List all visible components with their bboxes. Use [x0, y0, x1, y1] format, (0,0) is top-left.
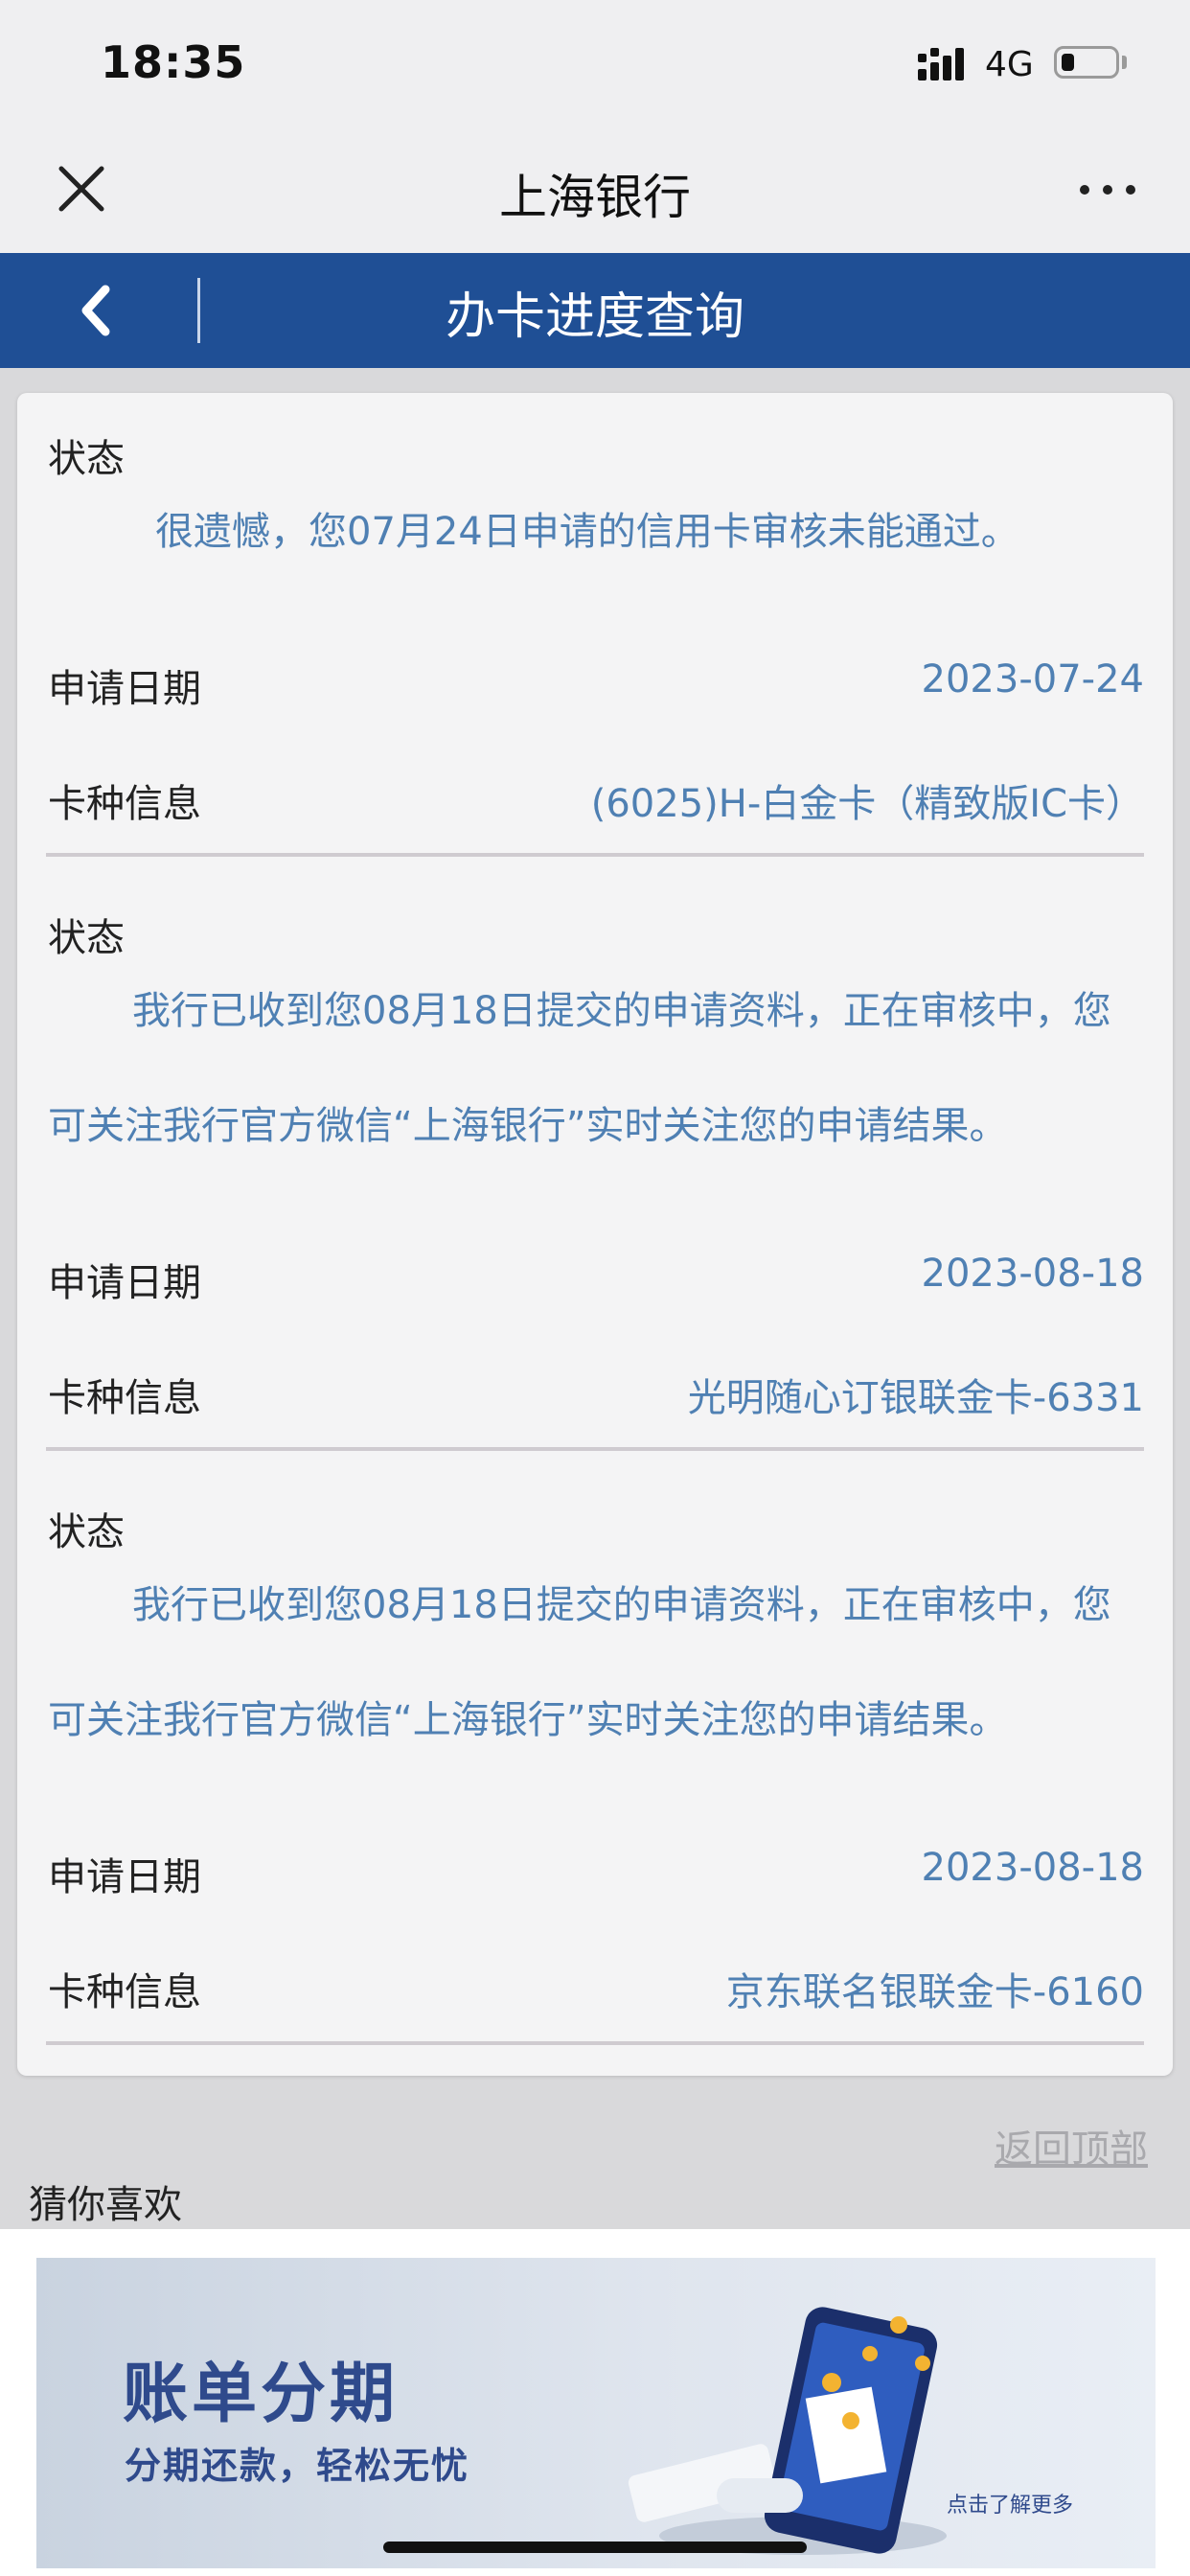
- status-message: 很遗憾，您07月24日申请的信用卡审核未能通过。: [155, 510, 1019, 554]
- app-header: 办卡进度查询: [0, 253, 1190, 368]
- banner-subtitle: 分期还款，轻松无忧: [125, 2445, 470, 2487]
- status-message-line1: 我行已收到您08月18日提交的申请资料，正在审核中，您: [132, 1583, 1111, 1627]
- battery-tip: [1122, 56, 1127, 69]
- network-type: 4G: [985, 45, 1034, 84]
- recommend-title: 猜你喜欢: [29, 2183, 182, 2227]
- battery-icon: [1054, 46, 1119, 79]
- apply-date-label: 申请日期: [48, 1855, 201, 1899]
- back-to-top-link[interactable]: 返回顶部: [995, 2118, 1148, 2174]
- card-info-value: (6025)H-白金卡（精致版IC卡）: [590, 782, 1144, 826]
- apply-date-value: 2023-07-24: [921, 657, 1144, 702]
- banner-cta: 点击了解更多: [947, 2494, 1074, 2518]
- apply-date-label: 申请日期: [48, 667, 201, 711]
- record-divider: [46, 1447, 1144, 1451]
- apply-date-label: 申请日期: [48, 1261, 201, 1305]
- apply-date-value: 2023-08-18: [921, 1252, 1144, 1296]
- signal-icon: [918, 48, 964, 80]
- status-bar: 18:35 4G: [0, 0, 1190, 134]
- card-info-value: 京东联名银联金卡-6160: [725, 1970, 1144, 2014]
- card-info-label: 卡种信息: [48, 1376, 201, 1420]
- record-divider: [46, 2041, 1144, 2045]
- header-title: 办卡进度查询: [445, 288, 744, 346]
- card-info-value: 光明随心订银联金卡-6331: [687, 1376, 1144, 1420]
- status-label: 状态: [48, 437, 125, 481]
- wechat-nav-bar: 上海银行: [0, 134, 1190, 253]
- apply-date-value: 2023-08-18: [921, 1846, 1144, 1890]
- card-info-label: 卡种信息: [48, 1970, 201, 2014]
- status-label: 状态: [48, 1510, 125, 1554]
- application-list-card: 状态 很遗憾，您07月24日申请的信用卡审核未能通过。 申请日期 2023-07…: [17, 393, 1173, 2076]
- status-message-line1: 我行已收到您08月18日提交的申请资料，正在审核中，您: [132, 989, 1111, 1033]
- banner-title: 账单分期: [123, 2357, 400, 2432]
- home-indicator: [383, 2542, 807, 2553]
- more-dots-icon[interactable]: [1077, 180, 1138, 199]
- installment-banner[interactable]: 账单分期 分期还款，轻松无忧 点击了解更多: [36, 2258, 1156, 2568]
- status-time: 18:35: [101, 36, 246, 88]
- record-divider: [46, 853, 1144, 857]
- page-title: 上海银行: [499, 170, 691, 225]
- status-label: 状态: [48, 916, 125, 960]
- status-message-line2: 可关注我行官方微信“上海银行”实时关注您的申请结果。: [48, 1698, 1008, 1742]
- status-message-line2: 可关注我行官方微信“上海银行”实时关注您的申请结果。: [48, 1104, 1008, 1148]
- card-info-label: 卡种信息: [48, 782, 201, 826]
- phone-illustration-icon: [628, 2307, 947, 2555]
